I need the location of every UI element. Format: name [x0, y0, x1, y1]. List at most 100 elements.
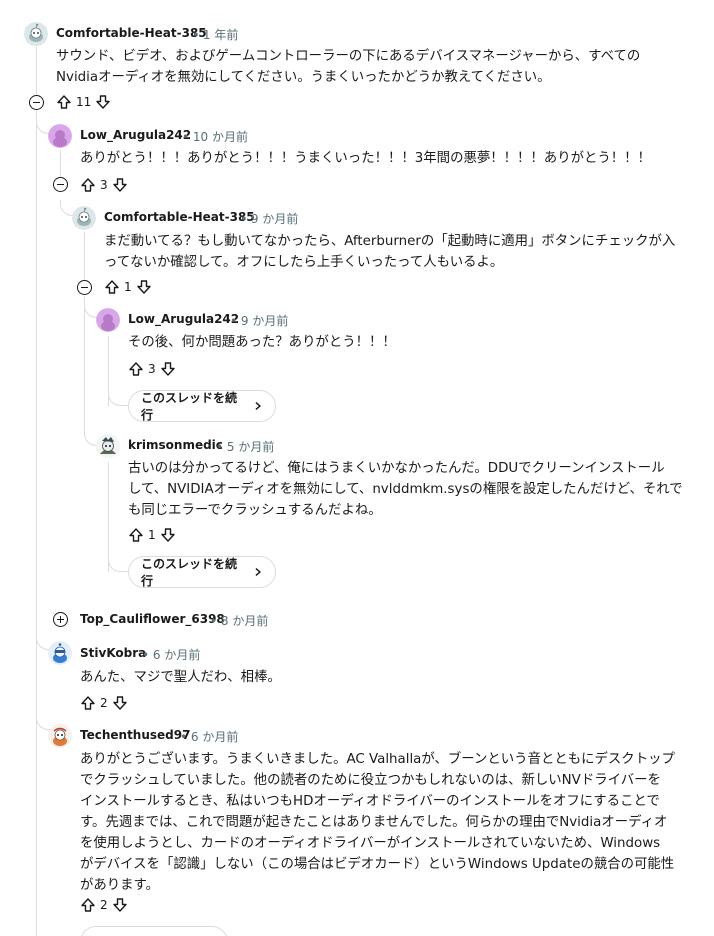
- timestamp[interactable]: • 9 か月前: [240, 210, 298, 227]
- vote-bar: 2: [80, 895, 128, 915]
- arrow-up-icon[interactable]: [128, 361, 144, 377]
- timestamp[interactable]: • 6 か月前: [142, 646, 200, 663]
- snoo-avatar-icon: [96, 308, 120, 332]
- arrow-down-icon[interactable]: [112, 695, 128, 711]
- continue-thread-label: このスレッドを続行: [141, 557, 238, 588]
- avatar[interactable]: [96, 434, 120, 458]
- username[interactable]: krimsonmedic: [128, 438, 223, 452]
- timestamp[interactable]: • 5 か月前: [216, 438, 274, 455]
- comment-body: その後、何か問題あった？ありがとう！！！: [128, 332, 396, 353]
- arrow-up-icon[interactable]: [56, 94, 72, 110]
- username[interactable]: StivKobra: [80, 646, 146, 660]
- thread-line: [36, 46, 37, 936]
- arrow-up-icon[interactable]: [80, 177, 96, 193]
- avatar[interactable]: [96, 308, 120, 332]
- arrow-down-icon[interactable]: [136, 279, 152, 295]
- comment-body: まだ動いてる？もし動いてなかったら、Afterburnerの「起動時に適用」ボタ…: [104, 231, 675, 273]
- snoo-avatar-icon: [48, 641, 72, 665]
- comment-line: その後、何か問題あった？ありがとう！！！: [128, 335, 396, 350]
- continue-thread-label: このスレッドを続行: [141, 391, 238, 422]
- thread-connector: [36, 690, 50, 730]
- timestamp[interactable]: • 8 か月前: [210, 612, 268, 629]
- thread-connector: [108, 552, 128, 572]
- avatar[interactable]: [48, 641, 72, 665]
- chevron-right-icon: [255, 568, 262, 576]
- comment-line: ってないか確認して。オフにしたら上手くいったって人もいるよ。: [104, 255, 504, 270]
- thread-line: [84, 232, 85, 282]
- snoo-avatar-icon: [96, 434, 120, 458]
- arrow-up-icon[interactable]: [80, 897, 96, 913]
- timestamp[interactable]: • 6 か月前: [180, 728, 238, 745]
- vote-count: 2: [100, 696, 108, 710]
- vote-count: 11: [76, 95, 92, 109]
- username[interactable]: Low_Arugula242: [80, 128, 191, 142]
- arrow-down-icon[interactable]: [160, 361, 176, 377]
- comment-line: がデバイスを「認識」しない（この場合はビデオカード）というWindows Upd…: [80, 857, 675, 872]
- chevron-right-icon: [255, 402, 262, 410]
- comment-line: Nvidiaオーディオを無効にしてください。うまくいったかどうか教えてください。: [56, 70, 551, 85]
- comment-line: も同じエラーでクラッシュするんだよね。: [128, 503, 382, 518]
- comment-line: まだ動いてる？もし動いてなかったら、Afterburnerの「起動時に適用」ボタ…: [104, 234, 676, 249]
- comment-body: サウンド、ビデオ、およびゲームコントローラーの下にあるデバイスマネージャーから、…: [56, 46, 640, 88]
- vote-bar: 11: [56, 92, 111, 112]
- arrow-up-icon[interactable]: [104, 279, 120, 295]
- arrow-up-icon[interactable]: [128, 527, 144, 543]
- arrow-up-icon[interactable]: [80, 695, 96, 711]
- comment-line: して、NVIDIAオーディオを無効にして、nvlddmkm.sysの権限を設定し…: [128, 482, 683, 497]
- timestamp[interactable]: • 10 か月前: [182, 128, 248, 145]
- comment-line: す。先週までは、これで問題が起きたことはありませんでした。何らかの理由でNvid…: [80, 815, 668, 830]
- collapse-button[interactable]: [29, 95, 44, 110]
- expand-button[interactable]: [53, 612, 68, 627]
- thread-connector: [36, 600, 50, 650]
- comment-body: ありがとう！！！ありがとう！！！うまくいった！！！3年間の悪夢！！！！ありがとう…: [80, 148, 651, 169]
- snoo-avatar-icon: [24, 22, 48, 46]
- snoo-avatar-icon: [48, 124, 72, 148]
- vote-count: 3: [148, 362, 156, 376]
- comment-body: あんた、マジで聖人だわ、相棒。: [80, 667, 281, 688]
- arrow-down-icon[interactable]: [160, 527, 176, 543]
- avatar[interactable]: [72, 206, 96, 230]
- comment-body: 古いのは分かってるけど、俺にはうまくいかなかったんだ。DDUでクリーンインストー…: [128, 458, 683, 521]
- vote-bar: 1: [104, 277, 152, 297]
- timestamp[interactable]: • 9 か月前: [230, 312, 288, 329]
- username[interactable]: Low_Arugula242: [128, 312, 239, 326]
- arrow-down-icon[interactable]: [112, 897, 128, 913]
- snoo-avatar-icon: [72, 206, 96, 230]
- comment-body: ありがとうございます。うまくいきました。AC Valhallaが、ブーンという音…: [80, 749, 675, 896]
- comment-line: があります。: [80, 878, 160, 893]
- avatar[interactable]: [48, 724, 72, 748]
- arrow-down-icon[interactable]: [95, 94, 111, 110]
- comment-line: 古いのは分かってるけど、俺にはうまくいかなかったんだ。DDUでクリーンインストー…: [128, 461, 665, 476]
- comment-line: を使用しようとし、カードのオーディオドライバーがインストールされていないため、W…: [80, 836, 661, 851]
- vote-count: 1: [124, 280, 132, 294]
- avatar[interactable]: [48, 124, 72, 148]
- vote-bar: 3: [80, 175, 128, 195]
- vote-count: 2: [100, 898, 108, 912]
- vote-count: 1: [148, 528, 156, 542]
- username[interactable]: Techenthused97: [80, 728, 190, 742]
- comment-line: ありがとうございます。うまくいきました。AC Valhallaが、ブーンという音…: [80, 752, 675, 767]
- collapse-button[interactable]: [77, 280, 92, 295]
- comment-line: ありがとう！！！ありがとう！！！うまくいった！！！3年間の悪夢！！！！ありがとう…: [80, 151, 651, 166]
- comment-line: サウンド、ビデオ、およびゲームコントローラーの下にあるデバイスマネージャーから、…: [56, 49, 641, 64]
- comment-line: でクラッシュしていました。他の読者のために役立つかもしれないのは、新しいNVドラ…: [80, 773, 661, 788]
- comment-line: あんた、マジで聖人だわ、相棒。: [80, 670, 281, 685]
- avatar[interactable]: [24, 22, 48, 46]
- vote-bar: 3: [128, 359, 176, 379]
- username[interactable]: Top_Cauliflower_6398: [80, 612, 225, 626]
- vote-bar: 1: [128, 525, 176, 545]
- thread-line: [60, 150, 61, 180]
- snoo-avatar-icon: [48, 724, 72, 748]
- vote-count: 3: [100, 178, 108, 192]
- arrow-down-icon[interactable]: [112, 177, 128, 193]
- comment-line: インストールするとき、私はいつもHDオーディオドライバーのインストールをオフにす…: [80, 794, 660, 809]
- thread-connector: [108, 388, 128, 406]
- collapse-button[interactable]: [53, 177, 68, 192]
- username[interactable]: Comfortable-Heat-385: [56, 26, 207, 40]
- continue-thread-button[interactable]: このスレッドを続行: [128, 390, 276, 422]
- timestamp[interactable]: • 1 年前: [192, 26, 238, 43]
- vote-bar: 2: [80, 693, 128, 713]
- username[interactable]: Comfortable-Heat-385: [104, 210, 255, 224]
- continue-thread-button[interactable]: このスレッドを続行: [128, 556, 276, 588]
- continue-thread-button-partial[interactable]: [80, 926, 228, 936]
